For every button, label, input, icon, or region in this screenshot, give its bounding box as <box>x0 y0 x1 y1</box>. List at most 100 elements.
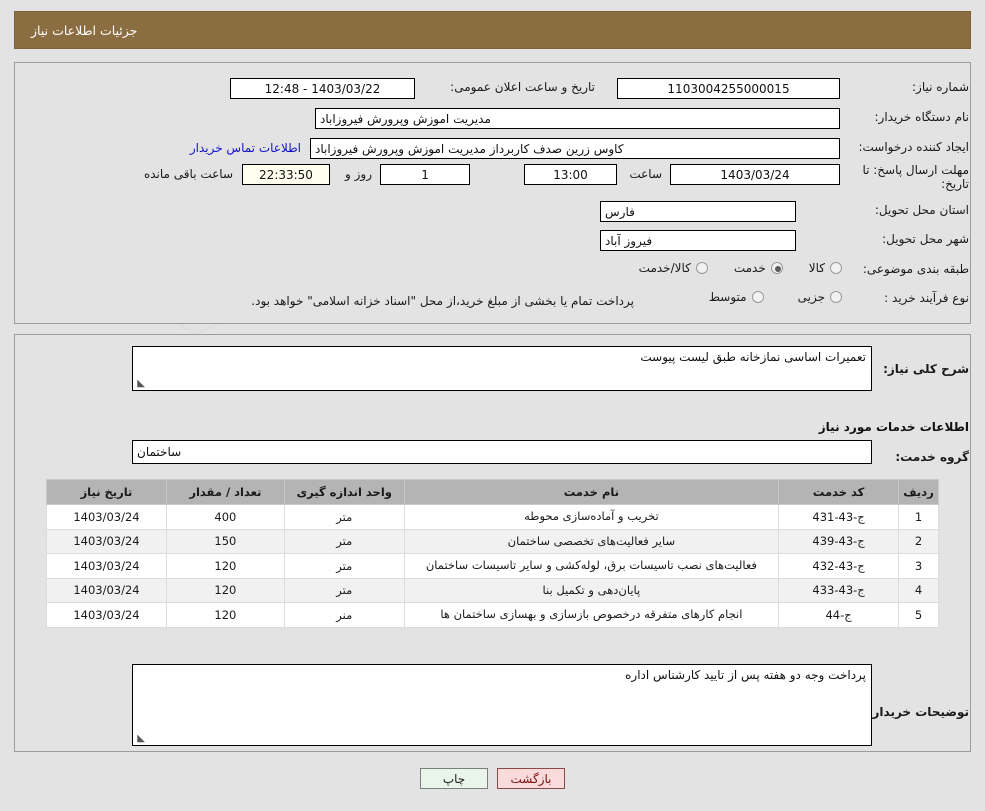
row-date: 1403/03/24 <box>46 577 167 604</box>
category-option-label: خدمت <box>733 261 766 275</box>
description-label: شرح کلی نیاز: <box>883 362 969 376</box>
action-buttons: بازگشت چاپ <box>0 768 985 789</box>
province-value: فارس <box>600 201 796 222</box>
service-group-label-row: گروه خدمت: <box>895 450 969 464</box>
print-button[interactable]: چاپ <box>420 768 488 789</box>
row-name: تخریب و آماده‌سازی محوطه <box>403 504 780 530</box>
row-no: 2 <box>898 528 939 555</box>
row-no: 3 <box>898 553 939 579</box>
category-radio-group: کالا خدمت کالا/خدمت <box>639 261 842 275</box>
service-group-value[interactable]: ساختمان <box>132 440 872 464</box>
city-label-row: شهر محل تحویل: <box>882 232 969 246</box>
row-qty: 400 <box>165 504 285 530</box>
page-root: جزئیات اطلاعات نیاز AriaTender .net شمار… <box>0 0 985 811</box>
table-row: 3 ج-43-432 فعالیت‌های نصب تاسیسات برق، لول… <box>46 553 939 579</box>
row-unit: منر <box>283 602 405 628</box>
table-header-row: ردیف کد خدمت نام خدمت واحد اندازه گیری ت… <box>46 479 939 505</box>
province-label-row: استان محل تحویل: <box>875 203 969 217</box>
category-option-khedmat[interactable]: خدمت <box>734 261 783 275</box>
purchase-type-option-motavasset[interactable]: متوسط <box>709 290 764 304</box>
radio-icon[interactable] <box>830 291 842 303</box>
th-unit: واحد اندازه گیری <box>283 479 405 505</box>
row-date: 1403/03/24 <box>46 602 167 628</box>
row-name: سایر فعالیت‌های تخصصی ساختمان <box>403 528 780 555</box>
row-name: انجام کارهای متفرقه درخصوص بازسازی و بهس… <box>403 602 780 628</box>
description-textarea[interactable]: تعمیرات اساسی نمازخانه طبق لیست پیوست ◣ <box>132 346 872 391</box>
announce-label: تاریخ و ساعت اعلان عمومی: <box>450 80 595 94</box>
row-unit: متر <box>283 553 405 579</box>
buyer-org-label: نام دستگاه خریدار: <box>874 110 970 124</box>
row-date: 1403/03/24 <box>46 504 167 530</box>
back-button[interactable]: بازگشت <box>497 768 565 789</box>
radio-icon[interactable] <box>695 262 708 274</box>
page-title: جزئیات اطلاعات نیاز <box>31 22 138 38</box>
purchase-type-radio-group: جزیی متوسط <box>709 290 842 304</box>
row-qty: 120 <box>165 602 285 628</box>
deadline-days: 1 <box>380 164 470 185</box>
category-label: طبقه بندی موضوعی: <box>862 262 969 276</box>
row-code: ج-43-433 <box>778 577 900 604</box>
purchase-type-option-jozei[interactable]: جزیی <box>798 290 842 304</box>
category-option-kala-khedmat[interactable]: کالا/خدمت <box>639 261 708 275</box>
deadline-date: 1403/03/24 <box>670 164 840 185</box>
row-code: ج-44 <box>778 602 900 628</box>
deadline-label: مهلت ارسال پاسخ: تا تاریخ: <box>862 163 969 191</box>
buyer-contact-link[interactable]: اطلاعات تماس خریدار <box>190 141 301 155</box>
resize-grip-icon[interactable]: ◣ <box>136 379 145 389</box>
service-group-label: گروه خدمت: <box>895 450 969 464</box>
radio-icon[interactable] <box>751 291 764 303</box>
deadline-label-line2: تاریخ: <box>941 177 969 191</box>
deadline-days-label: روز و <box>345 167 372 181</box>
purchase-type-note: پرداخت تمام یا بخشی از مبلغ خرید،از محل … <box>251 294 634 308</box>
row-qty: 120 <box>165 577 285 604</box>
category-option-label: کالا/خدمت <box>638 261 691 275</box>
city-value: فیروز آباد <box>600 230 796 251</box>
radio-icon[interactable] <box>830 262 842 274</box>
page-header: جزئیات اطلاعات نیاز <box>14 11 971 49</box>
category-option-kala[interactable]: کالا <box>809 261 842 275</box>
province-label: استان محل تحویل: <box>874 203 969 217</box>
announce-label-row: تاریخ و ساعت اعلان عمومی: <box>450 80 595 94</box>
buyer-notes-label: توضیحات خریدار: <box>867 705 969 719</box>
deadline-countdown: 22:33:50 <box>242 164 330 185</box>
th-qty: تعداد / مقدار <box>165 479 285 505</box>
buyer-notes-value: پرداخت وجه دو هفته پس از تایید کارشناس ا… <box>625 668 866 682</box>
buyer-org-label-row: نام دستگاه خریدار: <box>875 110 970 124</box>
buyer-org-value: مدیریت اموزش وپرورش فیروزاباد <box>315 108 840 129</box>
requester-label: ایجاد کننده درخواست: <box>858 140 969 154</box>
table-row: 5 ج-44 انجام کارهای متفرقه درخصوص بازسازی … <box>46 602 939 628</box>
radio-icon[interactable] <box>770 262 783 274</box>
category-option-label: کالا <box>808 261 825 275</box>
row-qty: 120 <box>165 553 285 579</box>
purchase-type-option-label: جزیی <box>797 290 825 304</box>
requester-label-row: ایجاد کننده درخواست: <box>858 140 969 154</box>
table-row: 4 ج-43-433 پایان‌دهی و تکمیل بنا متر 120 1403… <box>46 577 939 604</box>
row-no: 4 <box>898 577 939 604</box>
row-unit: متر <box>283 504 405 530</box>
th-date: تاریخ نیاز <box>46 479 167 505</box>
description-value: تعمیرات اساسی نمازخانه طبق لیست پیوست <box>640 350 866 364</box>
services-table: ردیف کد خدمت نام خدمت واحد اندازه گیری ت… <box>46 479 939 628</box>
row-date: 1403/03/24 <box>46 528 167 555</box>
city-label: شهر محل تحویل: <box>882 232 969 246</box>
table-row: 2 ج-43-439 سایر فعالیت‌های تخصصی ساختمان مت… <box>46 528 939 555</box>
row-code: ج-43-432 <box>778 553 900 579</box>
purchase-type-label-row: نوع فرآیند خرید : <box>884 291 969 305</box>
th-code: کد خدمت <box>778 479 900 505</box>
row-name: فعالیت‌های نصب تاسیسات برق، لوله‌کشی و س… <box>403 553 780 579</box>
purchase-type-label: نوع فرآیند خرید : <box>884 291 969 305</box>
row-no: 5 <box>898 602 939 628</box>
need-number-value: 1103004255000015 <box>617 78 840 99</box>
buyer-notes-label-row: توضیحات خریدار: <box>868 705 969 719</box>
deadline-time: 13:00 <box>524 164 617 185</box>
resize-grip-icon[interactable]: ◣ <box>136 734 145 744</box>
row-no: 1 <box>898 504 939 530</box>
row-unit: متر <box>283 577 405 604</box>
need-number-label: شماره نیاز: <box>912 80 969 94</box>
th-name: نام خدمت <box>403 479 780 505</box>
buyer-notes-textarea[interactable]: پرداخت وجه دو هفته پس از تایید کارشناس ا… <box>132 664 872 746</box>
need-number-label-row: شماره نیاز: <box>912 80 969 94</box>
table-row: 1 ج-43-431 تخریب و آماده‌سازی محوطه متر 400 1… <box>46 504 939 530</box>
category-label-row: طبقه بندی موضوعی: <box>863 262 969 276</box>
deadline-remaining-label: ساعت باقی مانده <box>143 167 233 181</box>
